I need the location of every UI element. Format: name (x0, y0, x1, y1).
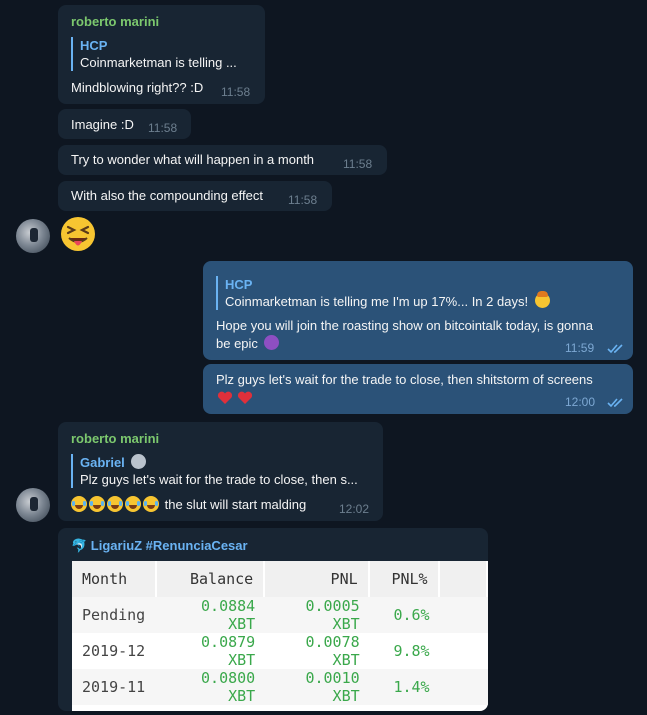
cell-spacer (439, 633, 488, 669)
table-header-row: Month Balance PNL PNL% (72, 561, 488, 597)
pnl-table: Month Balance PNL PNL% Pending 0.0884 XB… (72, 561, 488, 705)
tears-of-joy-icon (143, 496, 159, 512)
quote-author: HCP (80, 38, 108, 53)
column-header: PNL (265, 561, 370, 597)
red-heart-icon (217, 391, 233, 404)
cell-pnl: 0.0005 XBT (265, 597, 370, 633)
message-text: Imagine :D (71, 117, 134, 132)
message-time: 11:58 (288, 193, 318, 207)
message-bubble[interactable]: Imagine :D 11:58 (58, 109, 191, 139)
tears-of-joy-icon (125, 496, 141, 512)
column-header: Month (72, 561, 158, 597)
exploding-head-icon (534, 291, 550, 308)
cell-spacer (439, 669, 488, 705)
tears-of-joy-icon (89, 496, 105, 512)
quote-text-line: Coinmarketman is telling me I'm up 17%..… (225, 291, 550, 310)
tears-of-joy-icon (71, 496, 87, 512)
message-text: Mindblowing right?? :D (71, 80, 204, 95)
sender-name[interactable]: roberto marini (71, 431, 159, 446)
cell-pnl-pct: 1.4% (369, 669, 440, 705)
heart-emojis (217, 390, 253, 408)
cell-pnl: 0.0010 XBT (265, 669, 370, 705)
table-row: 2019-12 0.0879 XBT 0.0078 XBT 9.8% (72, 633, 488, 669)
avatar[interactable] (16, 219, 50, 253)
column-header: Balance (157, 561, 266, 597)
double-check-icon (607, 344, 623, 354)
forwarded-from-name[interactable]: 🐬 LigariuZ #RenunciaCesar (71, 538, 248, 554)
reply-quote[interactable]: HCP Coinmarketman is telling me I'm up 1… (216, 276, 550, 310)
tears-of-joy-icon (107, 496, 123, 512)
quote-author-line: Gabriel (80, 454, 358, 471)
cell-pnl-pct: 9.8% (369, 633, 440, 669)
message-bubble[interactable]: Try to wonder what will happen in a mont… (58, 145, 387, 175)
emoji-message[interactable] (60, 216, 96, 252)
quote-text: Coinmarketman is telling ... (80, 55, 237, 70)
message-bubble[interactable]: roberto marini Gabriel Plz guys let's wa… (58, 422, 383, 521)
quote-text: Plz guys let's wait for the trade to clo… (80, 472, 358, 487)
avatar[interactable] (16, 488, 50, 522)
forwarded-table-message[interactable]: 🐬 LigariuZ #RenunciaCesar Month Balance … (58, 528, 488, 711)
reply-quote[interactable]: HCP Coinmarketman is telling ... (71, 37, 237, 71)
message-bubble[interactable]: HCP Coinmarketman is telling me I'm up 1… (203, 261, 633, 360)
message-text: Try to wonder what will happen in a mont… (71, 152, 315, 167)
column-header-spacer (439, 561, 488, 597)
message-bubble[interactable]: With also the compounding effect 11:58 (58, 181, 332, 211)
red-heart-icon (238, 391, 253, 404)
squinting-face-with-tongue-icon (61, 217, 95, 251)
cell-pnl-pct: 0.6% (369, 597, 440, 633)
column-header: PNL% (369, 561, 440, 597)
quote-author: Gabriel (80, 455, 125, 470)
message-time: 12:00 (565, 395, 596, 409)
quote-text: Coinmarketman is telling me I'm up 17%..… (225, 294, 529, 309)
message-bubble[interactable]: Plz guys let's wait for the trade to clo… (203, 364, 633, 414)
sender-name[interactable]: roberto marini (71, 14, 159, 29)
message-time: 11:58 (148, 121, 178, 135)
message-time: 11:58 (221, 85, 251, 99)
message-text-line: be epic (216, 334, 279, 353)
message-time: 11:58 (343, 157, 373, 171)
cell-month: Pending (72, 597, 158, 633)
cell-spacer (439, 597, 488, 633)
message-text: Plz guys let's wait for the trade to clo… (216, 372, 593, 387)
table-row: 2019-11 0.0800 XBT 0.0010 XBT 1.4% (72, 669, 488, 705)
message-time: 11:59 (565, 341, 595, 355)
reply-quote[interactable]: Gabriel Plz guys let's wait for the trad… (71, 454, 358, 488)
message-text-line: the slut will start malding (71, 495, 306, 514)
pnl-table-image: Month Balance PNL PNL% Pending 0.0884 XB… (72, 561, 488, 711)
smiling-devil-icon (263, 335, 279, 350)
cell-balance: 0.0884 XBT (157, 597, 266, 633)
table-row: Pending 0.0884 XBT 0.0005 XBT 0.6% (72, 597, 488, 633)
cell-balance: 0.0800 XBT (157, 669, 266, 705)
message-time: 12:02 (339, 502, 370, 516)
double-check-icon (607, 398, 623, 408)
cell-month: 2019-12 (72, 633, 158, 669)
cell-balance: 0.0879 XBT (157, 633, 266, 669)
cell-month: 2019-11 (72, 669, 158, 705)
message-text: With also the compounding effect (71, 188, 263, 203)
message-text: be epic (216, 336, 258, 351)
message-bubble[interactable]: roberto marini HCP Coinmarketman is tell… (58, 5, 265, 104)
cell-pnl: 0.0078 XBT (265, 633, 370, 669)
alien-icon (131, 454, 147, 469)
message-text: the slut will start malding (164, 497, 307, 512)
message-text: Hope you will join the roasting show on … (216, 318, 593, 333)
quote-author: HCP (225, 277, 253, 292)
